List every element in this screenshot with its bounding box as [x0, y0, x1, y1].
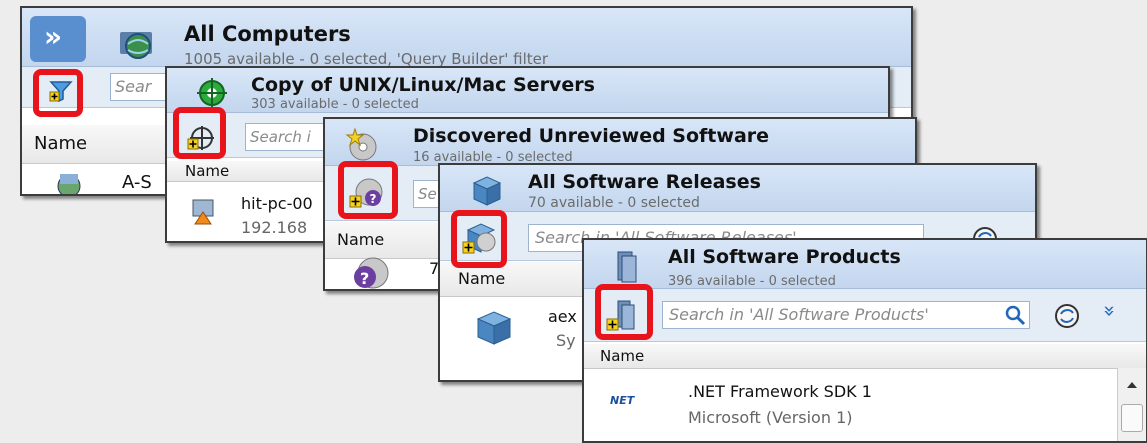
- row-name: .NET Framework SDK 1: [688, 382, 872, 401]
- panel-title: All Software Releases: [528, 171, 761, 193]
- computer-icon: [57, 174, 81, 194]
- refresh-icon[interactable]: [1054, 303, 1080, 329]
- row-detail: Sy: [556, 331, 576, 350]
- svg-text:?: ?: [360, 269, 369, 288]
- software-box-icon: [472, 176, 502, 206]
- search-input[interactable]: Search in 'All Software Products': [662, 301, 1030, 329]
- scrollbar-thumb[interactable]: [1121, 404, 1143, 432]
- panel-header: All Software Releases 70 available - 0 s…: [440, 165, 1035, 212]
- panel-header: Discovered Unreviewed Software 16 availa…: [325, 119, 915, 166]
- search-magnifier-icon[interactable]: [1004, 304, 1026, 326]
- highlight-box: [451, 210, 507, 268]
- software-release-icon: [476, 311, 512, 345]
- panel-subtitle: 70 available - 0 selected: [528, 195, 700, 211]
- double-chevron-icon: »: [44, 20, 63, 53]
- row-name: A-S: [122, 172, 152, 193]
- search-bar: Search in 'All Software Products' »: [584, 289, 1146, 342]
- panel-title: Copy of UNIX/Linux/Mac Servers: [251, 74, 595, 96]
- row-name: hit-pc-00: [241, 194, 313, 213]
- disc-question-icon: ?: [354, 257, 389, 289]
- highlight-box: [338, 161, 398, 219]
- table-row[interactable]: NET .NET Framework SDK 1 Microsoft (Vers…: [584, 376, 1146, 428]
- computers-globe-icon: [120, 32, 152, 59]
- dotnet-logo-icon: NET: [610, 394, 635, 407]
- expand-button[interactable]: »: [30, 16, 86, 62]
- row-name: aex: [548, 307, 577, 326]
- software-disc-star-icon: [345, 127, 377, 161]
- row-detail: Microsoft (Version 1): [688, 408, 853, 427]
- linux-server-icon: [192, 199, 214, 225]
- server-target-icon: [197, 78, 227, 108]
- vertical-scrollbar[interactable]: [1117, 368, 1146, 441]
- panel-title: Discovered Unreviewed Software: [413, 125, 770, 147]
- row-detail: 192.168: [241, 218, 308, 237]
- panel-subtitle: 303 available - 0 selected: [251, 97, 419, 112]
- more-chevron-icon[interactable]: »: [1098, 305, 1122, 317]
- column-header-name[interactable]: Name: [584, 344, 1146, 369]
- software-products-icon: [617, 251, 637, 283]
- panel-header: All Software Products 396 available - 0 …: [584, 240, 1146, 289]
- panel-header: Copy of UNIX/Linux/Mac Servers 303 avail…: [167, 68, 888, 113]
- panel-software-products: All Software Products 396 available - 0 …: [582, 238, 1147, 443]
- highlight-box: [33, 69, 83, 117]
- panel-subtitle: 396 available - 0 selected: [668, 274, 836, 289]
- panel-title: All Computers: [184, 22, 351, 46]
- panel-title: All Software Products: [668, 246, 901, 268]
- highlight-box: [173, 107, 226, 159]
- highlight-box: [595, 284, 653, 340]
- panel-header: » All Computers 1005 available - 0 selec…: [22, 8, 911, 68]
- scroll-up-arrow-icon[interactable]: [1127, 382, 1137, 388]
